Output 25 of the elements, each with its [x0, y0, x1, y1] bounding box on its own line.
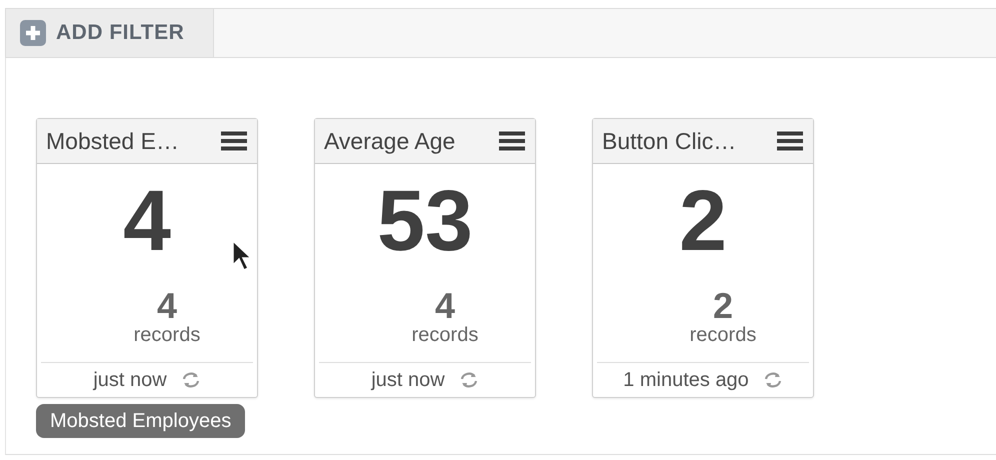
big-number: 53: [377, 176, 473, 266]
cursor-icon: [232, 240, 252, 272]
updated-time: just now: [371, 368, 445, 392]
record-count: 4: [156, 288, 177, 324]
menu-icon[interactable]: [499, 131, 525, 151]
menu-icon[interactable]: [777, 131, 803, 151]
records-label: records: [134, 324, 200, 346]
updated-time: 1 minutes ago: [623, 368, 749, 392]
record-count: 4: [434, 288, 455, 324]
plus-icon: [20, 20, 46, 46]
records-label: records: [690, 324, 756, 346]
big-number: 2: [679, 176, 727, 266]
add-filter-button[interactable]: ADD FILTER: [6, 9, 214, 57]
widget-title: Button Clic…: [602, 128, 736, 154]
widget-title: Average Age: [324, 128, 456, 154]
records-label: records: [412, 324, 478, 346]
refresh-icon[interactable]: [762, 371, 783, 389]
widget-title: Mobsted E…: [46, 128, 179, 154]
refresh-icon[interactable]: [180, 371, 201, 389]
tooltip: Mobsted Employees: [36, 404, 246, 438]
big-number: 4: [123, 176, 171, 266]
updated-time: just now: [93, 368, 167, 392]
menu-icon[interactable]: [221, 131, 247, 151]
record-count: 2: [712, 288, 733, 324]
refresh-icon[interactable]: [458, 371, 479, 389]
